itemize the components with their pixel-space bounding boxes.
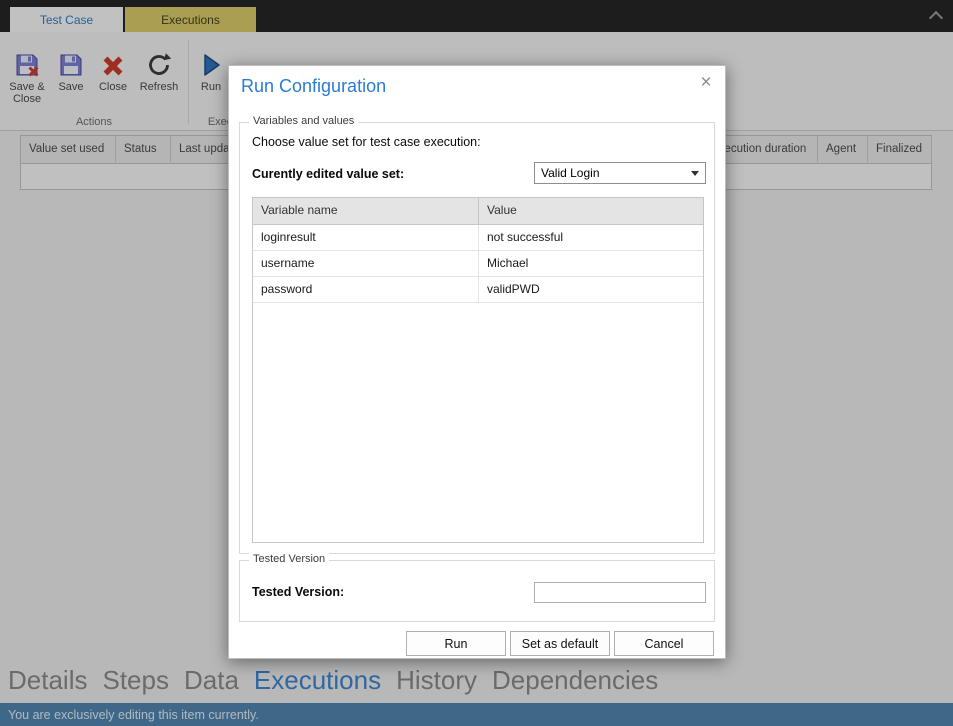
value-set-dropdown-selected: Valid Login — [541, 166, 600, 180]
variables-table: Variable name Value loginresult not succ… — [252, 197, 704, 543]
variable-value-cell[interactable]: not successful — [479, 225, 703, 250]
variables-column-header-name: Variable name — [253, 198, 479, 224]
variables-group-legend: Variables and values — [249, 115, 358, 127]
run-configuration-dialog: Run Configuration × Variables and values… — [228, 65, 726, 659]
tested-version-group: Tested Version Tested Version: — [239, 560, 715, 622]
tested-version-group-legend: Tested Version — [249, 553, 329, 565]
dialog-set-as-default-button[interactable]: Set as default — [510, 631, 610, 656]
choose-value-set-instruction: Choose value set for test case execution… — [252, 135, 481, 149]
dialog-cancel-button[interactable]: Cancel — [614, 631, 714, 656]
variable-name-cell: username — [253, 251, 479, 276]
tested-version-label: Tested Version: — [252, 585, 344, 599]
dialog-close-icon[interactable]: × — [695, 72, 717, 94]
variable-name-cell: loginresult — [253, 225, 479, 250]
chevron-down-icon — [691, 171, 699, 176]
application-window: Test Case Executions Save & Close Save C… — [0, 0, 953, 726]
variable-value-cell[interactable]: Michael — [479, 251, 703, 276]
dialog-title: Run Configuration — [241, 76, 386, 97]
table-row: loginresult not successful — [253, 225, 703, 251]
variable-name-cell: password — [253, 277, 479, 302]
tested-version-input[interactable] — [534, 582, 706, 603]
table-row: username Michael — [253, 251, 703, 277]
dialog-run-button[interactable]: Run — [406, 631, 506, 656]
value-set-dropdown[interactable]: Valid Login — [534, 162, 706, 184]
variables-and-values-group: Variables and values Choose value set fo… — [239, 122, 715, 554]
currently-edited-value-set-label: Curently edited value set: — [252, 167, 404, 181]
variable-value-cell[interactable]: validPWD — [479, 277, 703, 302]
variables-column-header-value: Value — [479, 198, 703, 224]
variables-table-header: Variable name Value — [253, 198, 703, 225]
table-row: password validPWD — [253, 277, 703, 303]
